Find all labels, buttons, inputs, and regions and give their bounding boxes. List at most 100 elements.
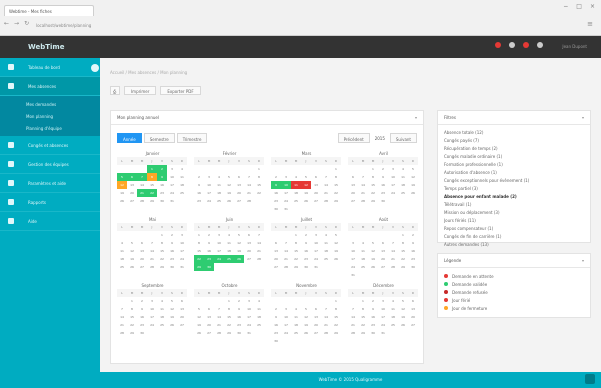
calendar-day[interactable]: 10 [244,305,254,313]
calendar-day[interactable]: 27 [348,197,358,205]
sidebar-item-help[interactable]: Aide [0,212,100,231]
calendar-day[interactable]: 15 [224,313,234,321]
calendar-day[interactable]: 29 [331,329,341,337]
calendar-day[interactable]: 9 [408,239,418,247]
calendar-day[interactable]: 27 [311,329,321,337]
calendar-day[interactable]: 20 [311,189,321,197]
chevron-down-icon[interactable]: ▾ [415,115,417,120]
calendar-day[interactable]: 16 [194,189,204,197]
minimize-icon[interactable]: − [563,3,568,10]
calendar-day[interactable]: 17 [204,189,214,197]
filter-item[interactable]: Congés payés (7) [444,137,584,145]
calendar-day[interactable]: 6 [204,305,214,313]
calendar-day[interactable]: 8 [331,305,341,313]
calendar-day[interactable]: 5 [408,165,418,173]
sidebar-item-settings[interactable]: Paramètres et aide [0,174,100,193]
calendar-day[interactable]: 3 [348,239,358,247]
calendar-day[interactable]: 10 [378,305,388,313]
calendar-day[interactable]: 27 [378,263,388,271]
prev-year-button[interactable]: Précédent [337,133,370,143]
mail-icon[interactable] [509,42,515,48]
calendar-day[interactable]: 8 [398,239,408,247]
reload-icon[interactable]: ↻ [24,20,29,27]
calendar-day[interactable]: 30 [271,337,281,345]
calendar-day[interactable]: 12 [194,313,204,321]
notification-icon[interactable] [495,42,501,48]
calendar-day[interactable]: 8 [254,173,264,181]
calendar-day[interactable]: 28 [117,329,127,337]
calendar-day[interactable]: 6 [348,173,358,181]
calendar-day[interactable]: 30 [301,263,311,271]
calendar-day[interactable]: 28 [388,263,398,271]
sidebar-item-teams[interactable]: Gestion des équipes [0,155,100,174]
calendar-day[interactable]: 11 [254,305,264,313]
browser-tab[interactable]: Webtime - Mes fiches [4,5,94,16]
calendar-day[interactable]: 15 [254,181,264,189]
calendar-day[interactable]: 22 [331,321,341,329]
calendar-day[interactable]: 13 [137,247,147,255]
calendar-day[interactable]: 18 [177,181,187,189]
calendar-day[interactable]: 2 [368,297,378,305]
calendar-day[interactable]: 19 [224,189,234,197]
calendar-day[interactable]: 24 [348,263,358,271]
calendar-day[interactable]: 7 [137,173,147,181]
calendar-day[interactable]: 26 [194,329,204,337]
calendar-day[interactable]: 4 [398,165,408,173]
calendar-day[interactable]: 13 [204,313,214,321]
calendar-day[interactable]: 3 [281,305,291,313]
calendar-day[interactable]: 6 [234,173,244,181]
calendar-day[interactable]: 31 [378,329,388,337]
calendar-day[interactable]: 25 [398,189,408,197]
filter-item[interactable]: Absence totale (12) [444,129,584,137]
calendar-day[interactable]: 26 [408,189,418,197]
calendar-day[interactable]: 17 [378,313,388,321]
calendar-day[interactable]: 7 [321,305,331,313]
calendar-day[interactable]: 16 [301,247,311,255]
calendar-day[interactable]: 28 [321,329,331,337]
calendar-day[interactable]: 4 [358,239,368,247]
calendar-day[interactable]: 22 [331,189,341,197]
calendar-day[interactable]: 11 [321,239,331,247]
calendar-day[interactable]: 29 [398,263,408,271]
calendar-day[interactable]: 9 [194,181,204,189]
calendar-day[interactable]: 4 [254,297,264,305]
calendar-day[interactable]: 5 [301,305,311,313]
calendar-day[interactable]: 23 [408,255,418,263]
calendar-day[interactable]: 23 [157,189,167,197]
calendar-day[interactable]: 29 [147,197,157,205]
calendar-day[interactable]: 2 [157,165,167,173]
calendar-day[interactable]: 16 [368,313,378,321]
calendar-day[interactable]: 15 [157,247,167,255]
calendar-day[interactable]: 1 [291,231,301,239]
calendar-day[interactable]: 27 [137,263,147,271]
calendar-day[interactable]: 31 [167,197,177,205]
calendar-day[interactable]: 27 [177,321,187,329]
calendar-day[interactable]: 11 [291,313,301,321]
calendar-day[interactable]: 2 [301,231,311,239]
calendar-day[interactable]: 30 [234,329,244,337]
calendar-day[interactable]: 28 [358,197,368,205]
calendar-day[interactable]: 29 [368,197,378,205]
close-icon[interactable]: × [590,3,595,10]
calendar-day[interactable]: 30 [157,197,167,205]
calendar-day[interactable]: 30 [137,329,147,337]
filter-item[interactable]: Mission ou déplacement (3) [444,209,584,217]
calendar-day[interactable]: 6 [311,305,321,313]
calendar-day[interactable]: 8 [331,173,341,181]
calendar-day[interactable]: 29 [291,263,301,271]
calendar-day[interactable]: 2 [378,165,388,173]
calendar-day[interactable]: 12 [368,247,378,255]
calendar-day[interactable]: 24 [177,255,187,263]
filter-item[interactable]: Autres demandes (13) [444,241,584,249]
calendar-day[interactable]: 13 [244,239,254,247]
calendar-day[interactable]: 6 [311,173,321,181]
sidebar-item-absences[interactable]: Mes absences [0,77,100,96]
calendar-day[interactable]: 21 [358,189,368,197]
calendar-day[interactable]: 25 [358,263,368,271]
chevron-down-icon[interactable]: ▾ [582,258,584,263]
calendar-day[interactable]: 5 [167,297,177,305]
calendar-day[interactable]: 17 [388,181,398,189]
alert-icon[interactable] [523,42,529,48]
calendar-day[interactable]: 7 [254,231,264,239]
view-quarter-button[interactable]: Trimestre [176,133,208,143]
